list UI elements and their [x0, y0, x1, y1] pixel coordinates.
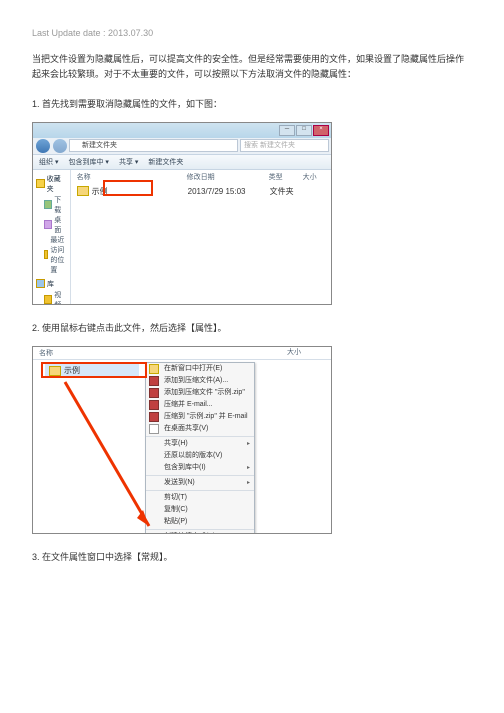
col-size[interactable]: 大小 — [287, 347, 301, 359]
download-icon — [44, 200, 52, 209]
step-3-label: 3. 在文件属性窗口中选择【常规】。 — [32, 550, 472, 565]
minimize-button[interactable]: ─ — [279, 125, 295, 136]
zip-icon — [149, 376, 159, 386]
star-icon — [36, 179, 45, 188]
folder-icon — [149, 364, 159, 374]
share-icon — [149, 424, 159, 434]
menu-open-new-window[interactable]: 在新窗口中打开(E) — [146, 363, 254, 375]
address-path[interactable]: 新建文件夹 — [69, 139, 238, 152]
col-size[interactable]: 大小 — [303, 172, 327, 182]
zip-icon — [149, 388, 159, 398]
highlight-rectangle — [103, 180, 153, 196]
menu-paste[interactable]: 粘贴(P) — [146, 516, 254, 528]
explorer-toolbar: 组织 ▾ 包含到库中 ▾ 共享 ▾ 新建文件夹 — [33, 155, 331, 170]
menu-send-to[interactable]: 发送到(N) — [146, 477, 254, 489]
folder-icon — [77, 186, 89, 196]
file-type-cell: 文件夹 — [270, 186, 304, 197]
toolbar-organize[interactable]: 组织 ▾ — [39, 157, 58, 167]
screenshot-context-menu: 名称 大小 示例 在新窗口中打开(E) 添加到压缩文件(A)... 添加到压 — [32, 346, 332, 534]
col-date[interactable]: 修改日期 — [187, 172, 269, 182]
sidebar-libraries[interactable]: 库 — [36, 279, 67, 289]
intro-paragraph: 当把文件设置为隐藏属性后，可以提高文件的安全性。但是经常需要使用的文件，如果设置… — [32, 52, 472, 83]
update-date: Last Update date : 2013.07.30 — [32, 28, 472, 38]
sidebar-favorites[interactable]: 收藏夹 — [36, 174, 67, 194]
toolbar-new-folder[interactable]: 新建文件夹 — [148, 157, 183, 167]
forward-button[interactable] — [53, 139, 67, 153]
zip-icon — [149, 412, 159, 422]
explorer-sidebar: 收藏夹 下载 桌面 最近访问的位置 库 视频 图片 文档 音乐 计算机 本地磁盘… — [33, 170, 71, 305]
recent-icon — [44, 250, 48, 259]
menu-cut[interactable]: 剪切(T) — [146, 492, 254, 504]
close-button[interactable]: × — [313, 125, 329, 136]
maximize-button[interactable]: □ — [296, 125, 312, 136]
video-icon — [44, 295, 52, 304]
toolbar-include-lib[interactable]: 包含到库中 ▾ — [68, 157, 108, 167]
col-type[interactable]: 类型 — [269, 172, 303, 182]
search-input[interactable]: 搜索 新建文件夹 — [240, 139, 329, 152]
menu-share[interactable]: 共享(H) — [146, 438, 254, 450]
step-2-label: 2. 使用鼠标右键点击此文件，然后选择【属性】。 — [32, 321, 472, 336]
annotation-arrow — [63, 380, 153, 530]
window-titlebar: ─ □ × — [33, 123, 331, 138]
menu-restore-prev[interactable]: 还原以前的版本(V) — [146, 450, 254, 462]
zip-icon — [149, 400, 159, 410]
desktop-icon — [44, 220, 52, 229]
sidebar-item-videos[interactable]: 视频 — [36, 290, 67, 305]
col-name[interactable]: 名称 — [39, 348, 151, 358]
toolbar-share[interactable]: 共享 ▾ — [119, 157, 138, 167]
sidebar-item-downloads[interactable]: 下载 — [36, 195, 67, 215]
menu-email-zip[interactable]: 压缩并 E-mail... — [146, 399, 254, 411]
screenshot-explorer: ─ □ × 新建文件夹 搜索 新建文件夹 组织 ▾ 包含到库中 ▾ 共享 ▾ 新… — [32, 122, 332, 305]
address-bar-row: 新建文件夹 搜索 新建文件夹 — [33, 138, 331, 155]
library-icon — [36, 279, 45, 288]
step-1-label: 1. 首先找到需要取消隐藏属性的文件，如下图： — [32, 97, 472, 112]
menu-include-lib[interactable]: 包含到库中(I) — [146, 462, 254, 474]
context-menu: 在新窗口中打开(E) 添加到压缩文件(A)... 添加到压缩文件 "示例.zip… — [145, 362, 255, 534]
menu-sync-share[interactable]: 在桌面共享(V) — [146, 423, 254, 435]
menu-create-shortcut[interactable]: 创建快捷方式(S) — [146, 531, 254, 534]
file-date-cell: 2013/7/29 15:03 — [188, 187, 270, 196]
menu-copy[interactable]: 复制(C) — [146, 504, 254, 516]
menu-email-zip-named[interactable]: 压缩到 "示例.zip" 并 E-mail — [146, 411, 254, 423]
context-left-pane: 示例 — [33, 360, 145, 534]
document-page: Last Update date : 2013.07.30 当把文件设置为隐藏属… — [0, 0, 504, 713]
menu-add-compressed[interactable]: 添加到压缩文件(A)... — [146, 375, 254, 387]
highlight-rectangle-file — [41, 362, 147, 378]
sidebar-item-recent[interactable]: 最近访问的位置 — [36, 235, 67, 275]
menu-add-zip-named[interactable]: 添加到压缩文件 "示例.zip" — [146, 387, 254, 399]
sidebar-item-desktop[interactable]: 桌面 — [36, 215, 67, 235]
back-button[interactable] — [36, 139, 50, 153]
